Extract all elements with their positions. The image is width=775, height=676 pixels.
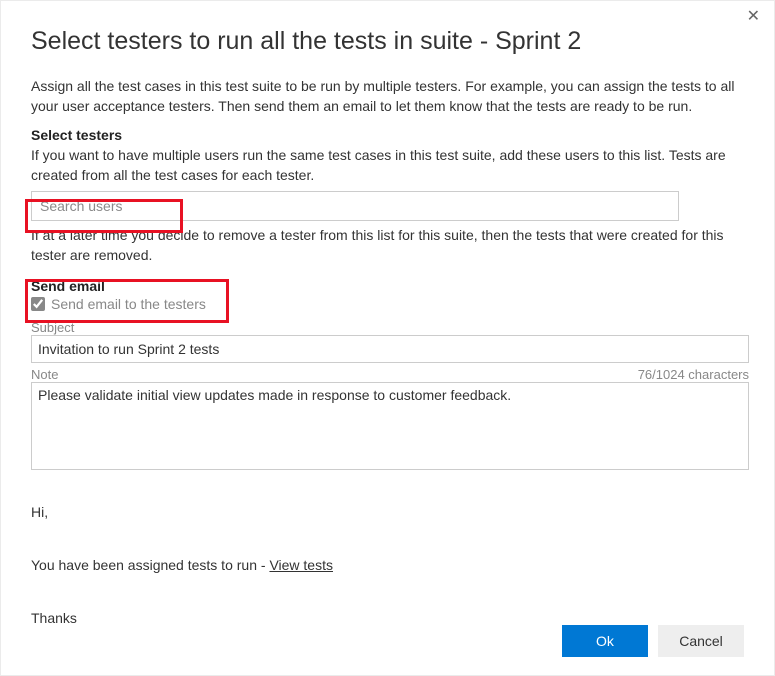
subject-label: Subject xyxy=(31,320,744,335)
select-testers-heading: Select testers xyxy=(31,127,744,143)
note-textarea[interactable] xyxy=(31,382,749,470)
dialog-footer: Ok Cancel xyxy=(562,625,744,657)
send-email-checkbox[interactable] xyxy=(31,297,45,311)
view-tests-link[interactable]: View tests xyxy=(269,557,333,573)
select-testers-helper: If you want to have multiple users run t… xyxy=(31,145,744,186)
ok-button[interactable]: Ok xyxy=(562,625,648,657)
subject-input[interactable] xyxy=(31,335,749,363)
close-icon: ✕ xyxy=(747,8,760,25)
send-email-checkbox-label: Send email to the testers xyxy=(51,296,206,312)
close-button[interactable]: ✕ xyxy=(747,9,760,25)
cancel-button[interactable]: Cancel xyxy=(658,625,744,657)
preview-assigned-line: You have been assigned tests to run - Vi… xyxy=(31,552,744,579)
email-preview: Hi, You have been assigned tests to run … xyxy=(31,499,744,632)
dialog-description: Assign all the test cases in this test s… xyxy=(31,76,744,117)
send-email-heading: Send email xyxy=(31,278,744,294)
select-testers-dialog: ✕ Select testers to run all the tests in… xyxy=(0,0,775,676)
preview-assigned-text: You have been assigned tests to run - xyxy=(31,557,269,573)
removal-note: If at a later time you decide to remove … xyxy=(31,225,744,266)
char-count: 76/1024 characters xyxy=(638,367,749,382)
dialog-title: Select testers to run all the tests in s… xyxy=(31,1,744,76)
search-users-input[interactable] xyxy=(31,191,679,221)
preview-greeting: Hi, xyxy=(31,499,744,526)
note-label: Note xyxy=(31,367,58,382)
